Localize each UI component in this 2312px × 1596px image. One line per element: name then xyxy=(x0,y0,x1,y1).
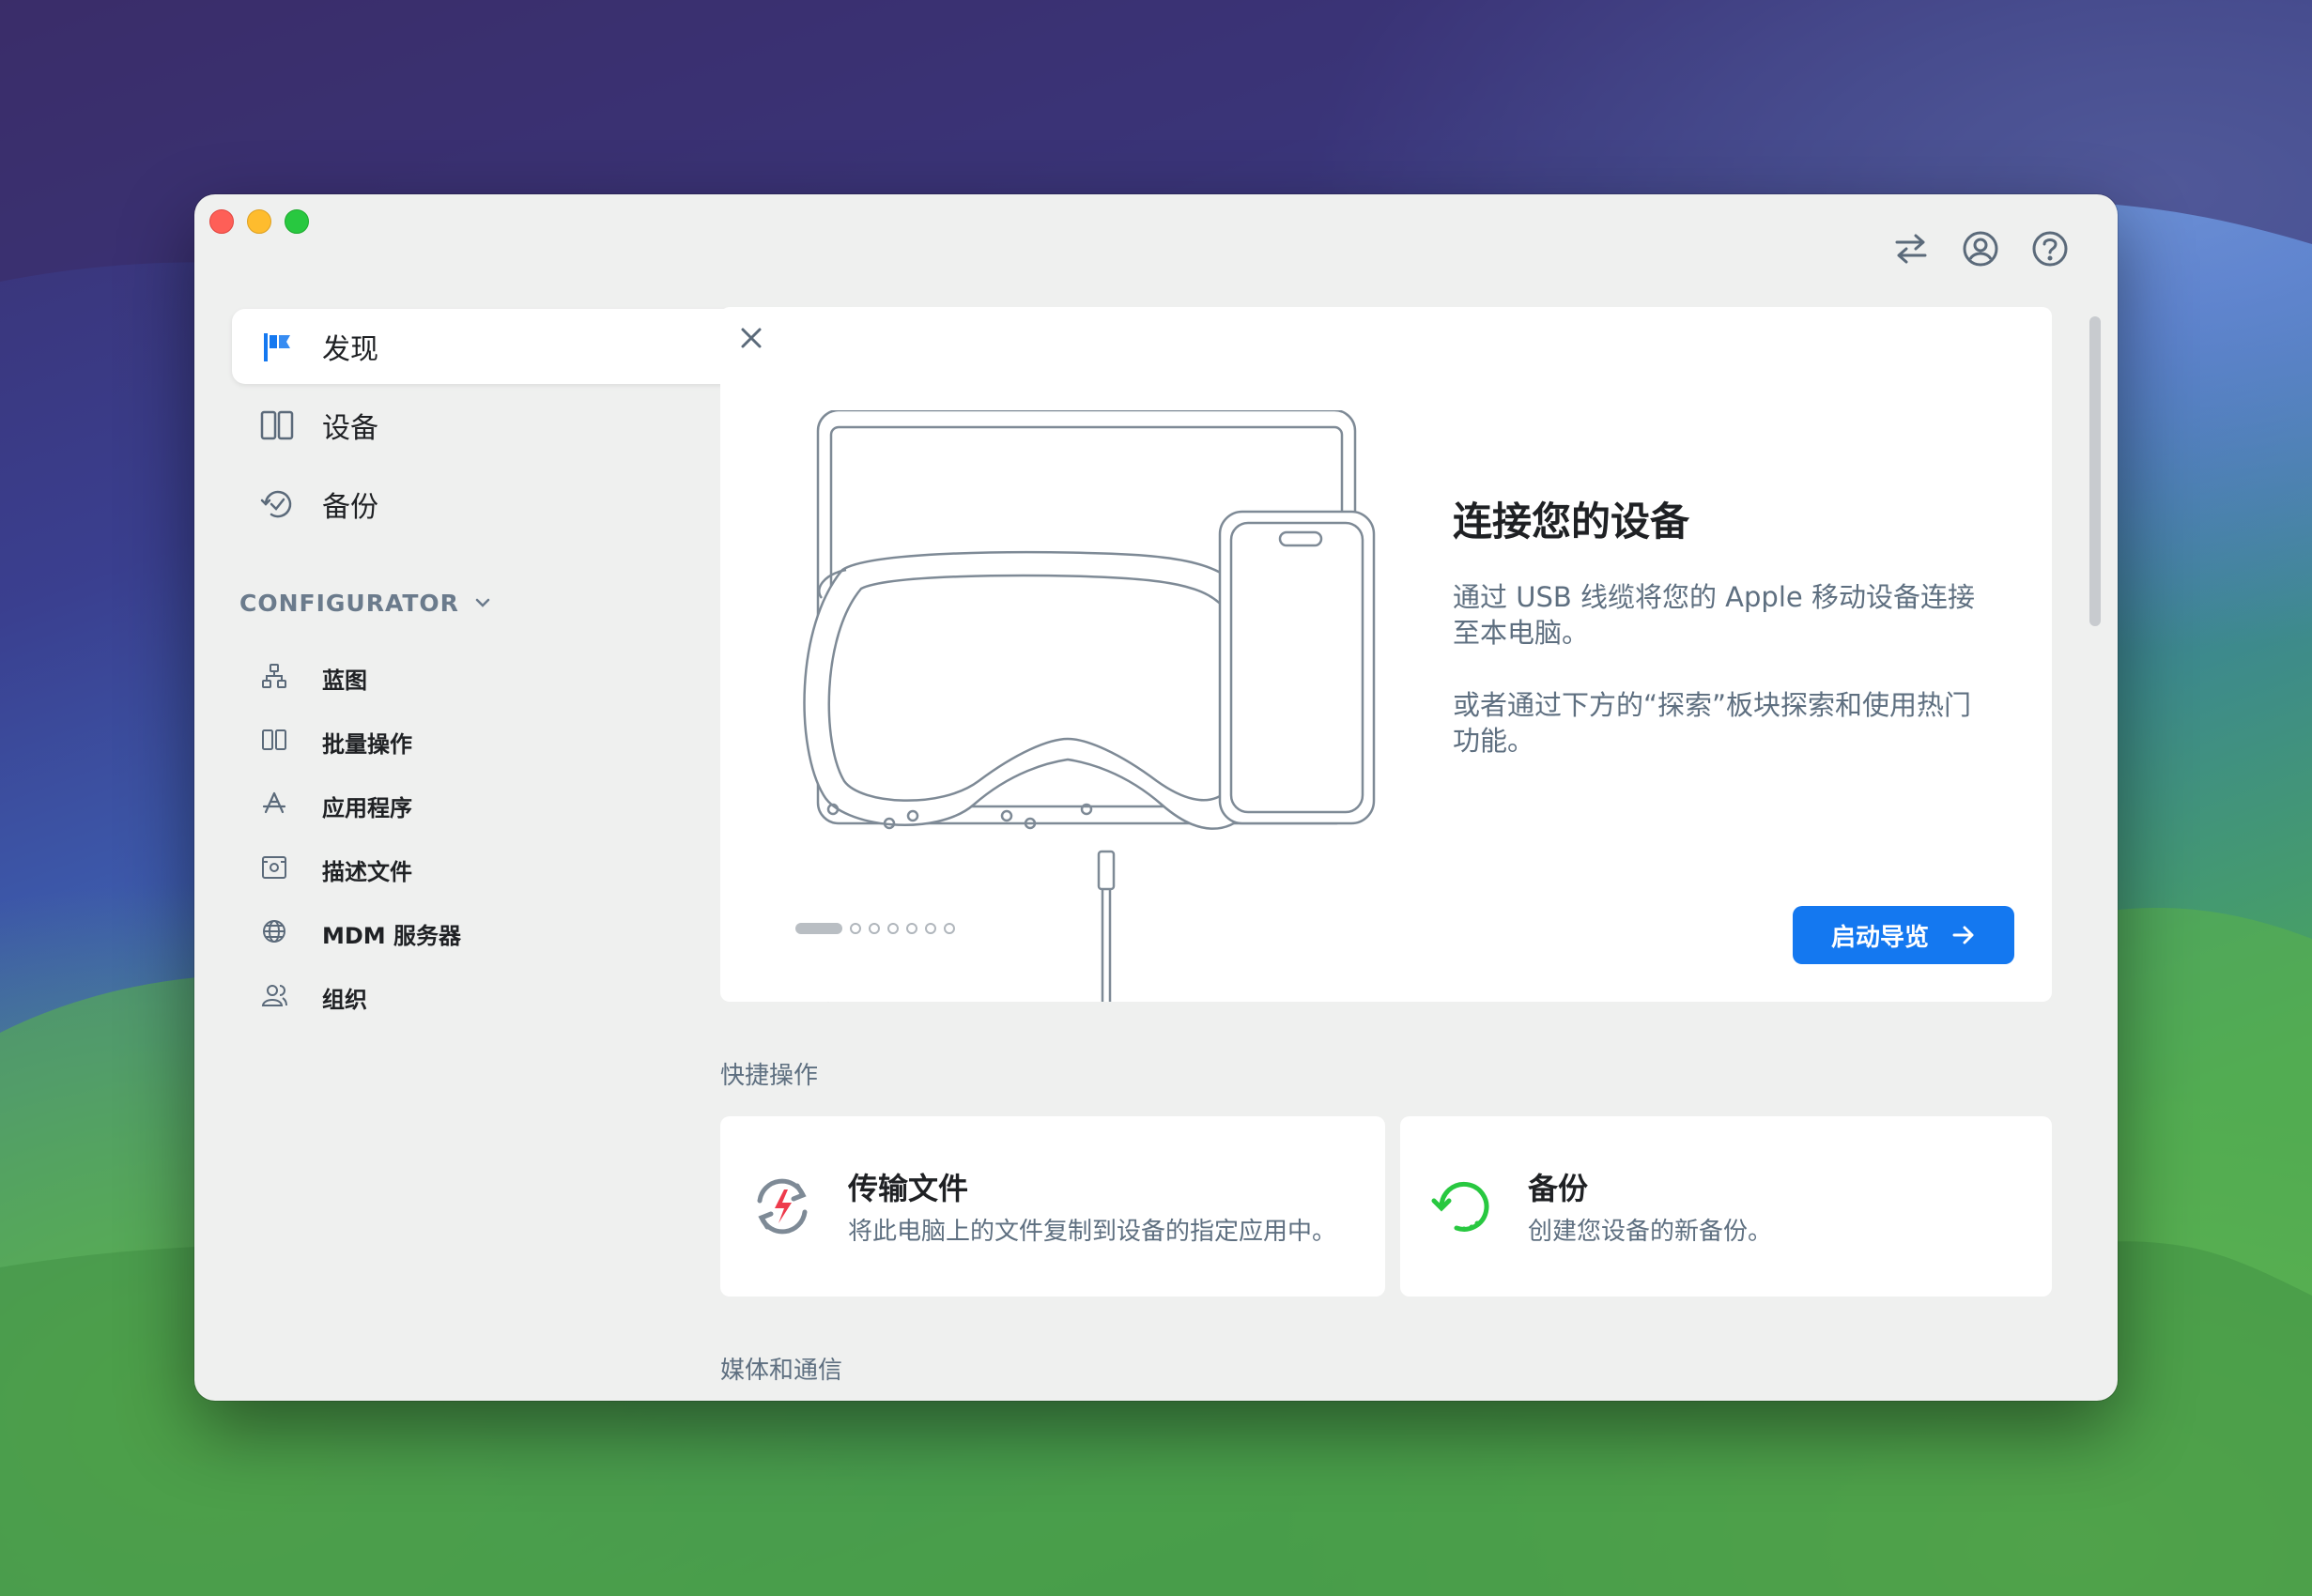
carousel-dot[interactable] xyxy=(850,923,861,934)
start-tour-button[interactable]: 启动导览 xyxy=(1793,906,2014,964)
transfer-files-icon xyxy=(757,1178,808,1235)
close-icon[interactable] xyxy=(737,324,765,352)
app-store-icon xyxy=(262,791,286,814)
card-description: 创建您设备的新备份。 xyxy=(1528,1218,1773,1246)
quick-actions-heading: 快捷操作 xyxy=(720,1062,819,1090)
devices-illustration xyxy=(803,410,1376,1002)
card-description: 将此电脑上的文件复制到设备的指定应用中。 xyxy=(848,1218,1337,1246)
carousel-dot[interactable] xyxy=(906,923,917,934)
sidebar-item-label: 应用程序 xyxy=(322,795,412,821)
backup-card[interactable]: 备份 创建您设备的新备份。 xyxy=(1400,1116,2052,1297)
carousel-pagination xyxy=(795,923,955,934)
sidebar-item-label: 组织 xyxy=(322,987,367,1013)
close-window-button[interactable] xyxy=(209,209,234,234)
start-tour-label: 启动导览 xyxy=(1830,923,1929,952)
main-scrollbar[interactable] xyxy=(2089,309,2101,1398)
account-icon[interactable] xyxy=(1960,228,2001,269)
carousel-dot-active[interactable] xyxy=(795,923,842,934)
carousel-dot[interactable] xyxy=(887,923,899,934)
banner-title: 连接您的设备 xyxy=(1453,499,1690,545)
banner-description: 通过 USB 线缆将您的 Apple 移动设备连接至本电脑。 xyxy=(1453,581,1975,649)
flag-icon xyxy=(264,333,290,361)
sidebar-item-label: 发现 xyxy=(322,333,378,366)
card-title: 备份 xyxy=(1528,1171,1589,1206)
sidebar-item-label: 备份 xyxy=(322,491,378,524)
sidebar-item-label: 描述文件 xyxy=(322,859,412,885)
chevron-down-icon xyxy=(475,598,490,607)
help-icon[interactable] xyxy=(2029,228,2071,269)
backup-icon xyxy=(260,490,292,518)
transfer-icon[interactable] xyxy=(1890,228,1932,269)
blueprint-icon xyxy=(262,664,286,688)
backup-refresh-icon xyxy=(1431,1181,1489,1232)
onboarding-banner: 连接您的设备 通过 USB 线缆将您的 Apple 移动设备连接至本电脑。 或者… xyxy=(720,307,2052,1002)
globe-icon xyxy=(263,920,285,943)
devices-icon xyxy=(260,410,294,440)
sidebar-item-label: 蓝图 xyxy=(322,668,367,694)
section-title: CONFIGURATOR xyxy=(239,589,459,617)
card-title: 传输文件 xyxy=(848,1171,969,1206)
arrow-right-icon xyxy=(1952,926,1974,944)
banner-hint: 或者通过下方的“探索”板块探索和使用热门功能。 xyxy=(1453,689,1972,757)
transfer-files-card[interactable]: 传输文件 将此电脑上的文件复制到设备的指定应用中。 xyxy=(720,1116,1385,1297)
media-section-heading: 媒体和通信 xyxy=(720,1357,843,1385)
zoom-window-button[interactable] xyxy=(285,209,309,234)
carousel-dot[interactable] xyxy=(925,923,936,934)
scrollbar-thumb[interactable] xyxy=(2089,316,2101,626)
sidebar-item-label: MDM 服务器 xyxy=(322,923,462,949)
sidebar-item-label: 批量操作 xyxy=(322,731,412,758)
organization-icon xyxy=(261,985,287,1006)
carousel-dot[interactable] xyxy=(869,923,880,934)
batch-icon xyxy=(262,729,286,750)
sidebar-item-label: 设备 xyxy=(322,412,378,445)
app-window: 发现 设备 3 备份 0 CONFIGURATOR xyxy=(194,194,2118,1401)
toolbar-actions xyxy=(1890,228,2071,269)
minimize-window-button[interactable] xyxy=(247,209,271,234)
carousel-dot[interactable] xyxy=(944,923,955,934)
profile-icon xyxy=(262,856,286,879)
